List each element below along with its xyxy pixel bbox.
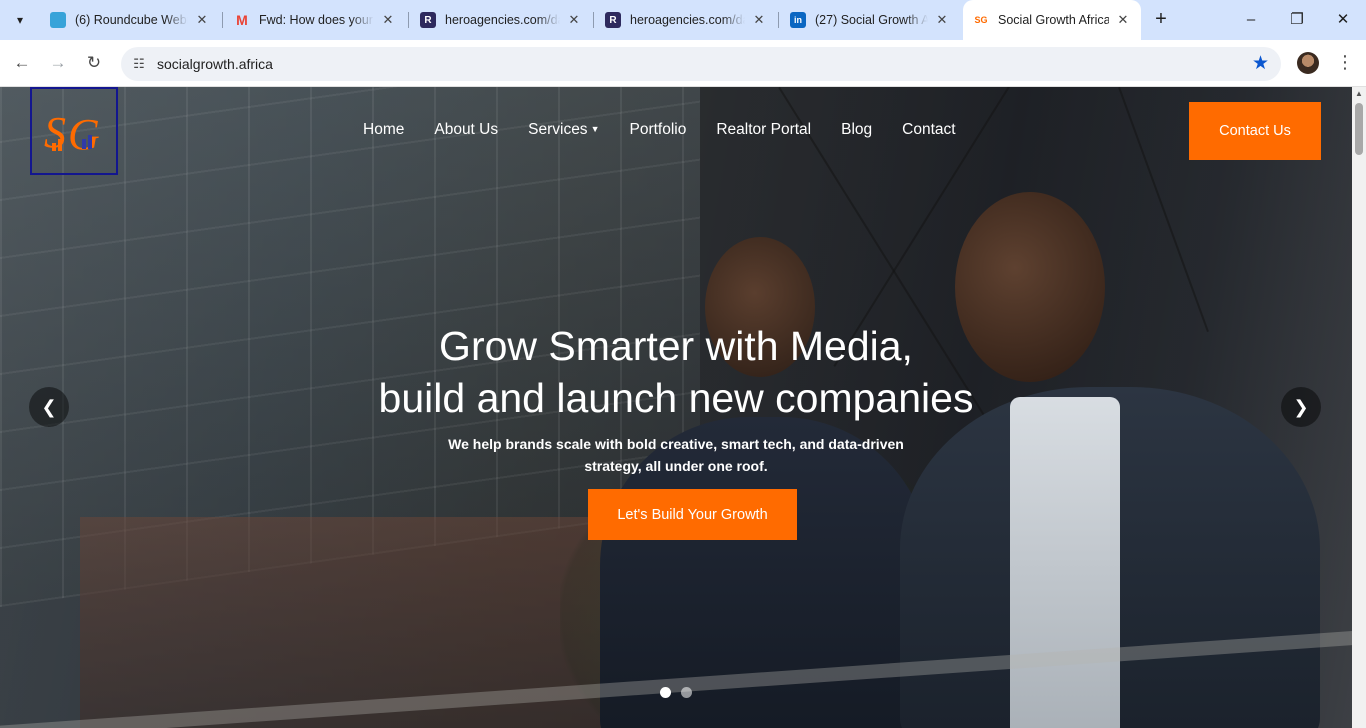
site-settings-icon[interactable]: ☷	[129, 54, 149, 74]
close-icon[interactable]: ✕	[380, 12, 396, 28]
slider-dot-2[interactable]	[681, 687, 692, 698]
hero-icon: R	[420, 12, 436, 28]
nav-blog[interactable]: Blog	[841, 121, 872, 139]
linkedin-icon: in	[790, 12, 806, 28]
build-growth-button[interactable]: Let's Build Your Growth	[588, 489, 797, 540]
close-icon[interactable]: ✕	[751, 12, 767, 28]
url-text[interactable]: socialgrowth.africa	[157, 56, 273, 72]
tab-social-growth-africa[interactable]: SG Social Growth Africa ✕	[963, 0, 1141, 40]
svg-text:G: G	[68, 110, 100, 159]
tab-title: heroagencies.com/dashboard	[630, 13, 745, 27]
tab-title: Fwd: How does your Social	[259, 13, 374, 27]
nav-services-label: Services	[528, 121, 588, 138]
site-navigation: Home About Us Services ▼ Portfolio Realto…	[363, 121, 986, 139]
hero-slider: S G Home About Us Services ▼ Portfolio Re…	[0, 87, 1352, 728]
contact-us-button[interactable]: Contact Us	[1189, 102, 1321, 160]
roundcube-icon	[50, 12, 66, 28]
close-icon[interactable]: ✕	[566, 12, 582, 28]
hero-subtitle: We help brands scale with bold creative,…	[448, 436, 904, 474]
tab-title: Social Growth Africa	[998, 13, 1109, 27]
nav-home[interactable]: Home	[363, 121, 404, 139]
hero-title-line-2: build and launch new companies	[378, 375, 974, 421]
page-scrollbar[interactable]: ▲	[1352, 87, 1366, 728]
nav-services[interactable]: Services ▼	[528, 121, 599, 139]
nav-realtor-portal[interactable]: Realtor Portal	[716, 121, 811, 139]
tab-divider	[593, 12, 594, 28]
bookmark-star-icon[interactable]: ★	[1252, 52, 1269, 75]
tab-linkedin[interactable]: in (27) Social Growth Africa ✕	[780, 6, 960, 34]
minimize-button[interactable]: –	[1239, 8, 1263, 32]
chevron-down-icon: ▾	[16, 13, 24, 27]
site-logo[interactable]: S G	[30, 87, 118, 175]
sg-logo-icon: S G	[44, 108, 100, 159]
hero-person-right-shirt	[1010, 397, 1120, 728]
hero-title-line-1: Grow Smarter with Media,	[439, 323, 913, 369]
gmail-icon: M	[236, 12, 248, 28]
browser-menu-icon[interactable]: ⋮	[1336, 50, 1354, 74]
tab-heroagencies-1[interactable]: R heroagencies.com/dashboard ✕	[410, 6, 592, 34]
new-tab-button[interactable]: +	[1150, 9, 1172, 31]
nav-portfolio[interactable]: Portfolio	[629, 121, 686, 139]
close-icon[interactable]: ✕	[194, 12, 210, 28]
chevron-left-icon: ❮	[41, 396, 57, 417]
tab-divider	[408, 12, 409, 28]
tab-roundcube[interactable]: (6) Roundcube Webmail ✕	[40, 6, 220, 34]
tab-gmail[interactable]: M Fwd: How does your Social ✕	[224, 6, 406, 34]
forward-icon[interactable]: →	[46, 52, 70, 76]
slider-prev-button[interactable]: ❮	[29, 387, 69, 427]
slider-dot-1[interactable]	[660, 687, 671, 698]
address-bar[interactable]: ☷ socialgrowth.africa ★	[121, 47, 1281, 81]
nav-about-us[interactable]: About Us	[434, 121, 498, 139]
tab-title: (6) Roundcube Webmail	[75, 13, 188, 27]
hero-icon: R	[605, 12, 621, 28]
hero-title: Grow Smarter with Media, build and launc…	[0, 320, 1352, 424]
reload-icon[interactable]: ↻	[82, 52, 106, 76]
slider-pagination	[660, 687, 692, 698]
chevron-right-icon: ❯	[1293, 396, 1309, 417]
slider-next-button[interactable]: ❯	[1281, 387, 1321, 427]
page-viewport: S G Home About Us Services ▼ Portfolio Re…	[0, 87, 1366, 728]
nav-contact[interactable]: Contact	[902, 121, 955, 139]
tab-strip: ▾ (6) Roundcube Webmail ✕ M Fwd: How doe…	[0, 0, 1366, 40]
tab-divider	[778, 12, 779, 28]
profile-avatar[interactable]	[1297, 52, 1319, 74]
back-icon[interactable]: ←	[10, 52, 34, 76]
close-icon[interactable]: ✕	[934, 12, 950, 28]
chevron-down-icon: ▼	[590, 124, 600, 134]
browser-toolbar: ← → ↻ ☷ socialgrowth.africa ★ ⋮	[0, 40, 1366, 87]
scrollbar-thumb[interactable]	[1355, 103, 1363, 155]
close-icon[interactable]: ✕	[1115, 12, 1131, 28]
tab-search-button[interactable]: ▾	[7, 8, 33, 32]
tab-title: heroagencies.com/dashboard	[445, 13, 560, 27]
scroll-up-icon[interactable]: ▲	[1355, 89, 1363, 98]
sg-icon: SG	[974, 15, 988, 25]
tab-title: (27) Social Growth Africa	[815, 13, 928, 27]
tab-heroagencies-2[interactable]: R heroagencies.com/dashboard ✕	[595, 6, 777, 34]
restore-button[interactable]: ❐	[1285, 8, 1309, 32]
window-close-button[interactable]: ✕	[1331, 8, 1355, 32]
tab-divider	[222, 12, 223, 28]
